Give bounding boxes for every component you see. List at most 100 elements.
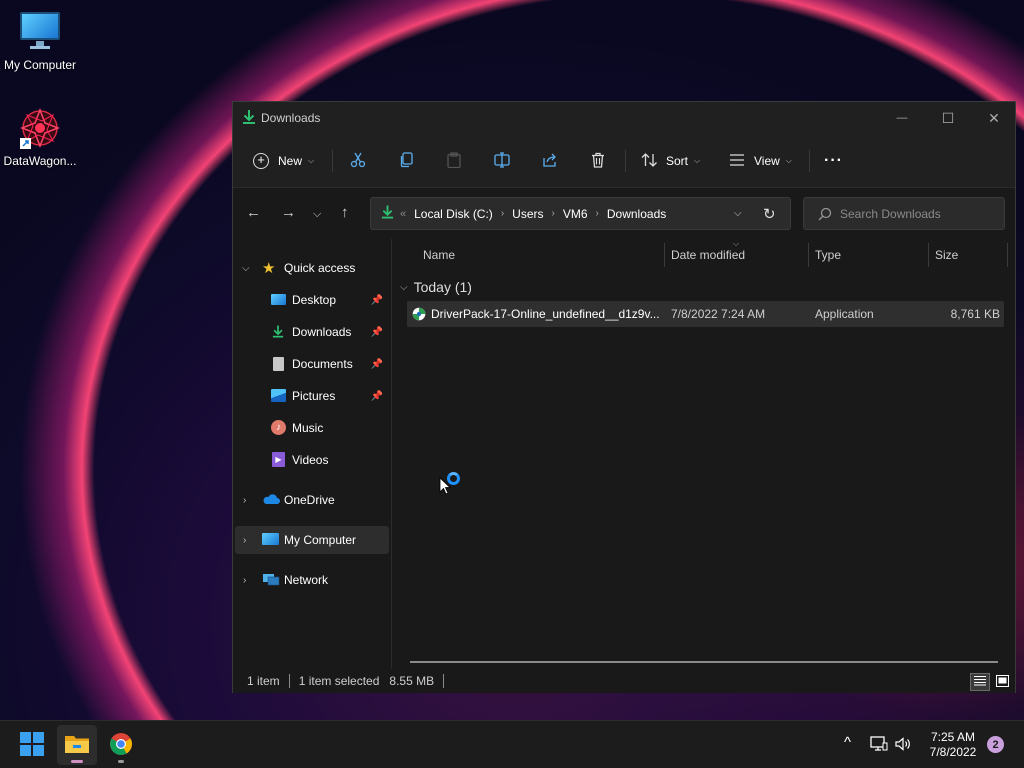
tiles-view-icon bbox=[995, 674, 1009, 690]
loading-spinner-icon bbox=[447, 472, 460, 485]
delete-button[interactable] bbox=[590, 146, 606, 176]
close-button[interactable]: ✕ bbox=[971, 102, 1017, 134]
rename-button[interactable] bbox=[494, 146, 511, 176]
table-row[interactable]: DriverPack-17-Online_undefined__d1z9v...… bbox=[407, 301, 1004, 327]
breadcrumb-vm6[interactable]: VM6 bbox=[563, 207, 588, 221]
download-arrow-icon bbox=[272, 324, 284, 342]
recent-locations-chevron-icon[interactable]: ⌵ bbox=[313, 208, 321, 221]
desktop-icon-my-computer[interactable]: My Computer bbox=[0, 10, 80, 72]
file-type: Application bbox=[815, 307, 874, 321]
sort-button[interactable]: Sort ⌵ bbox=[641, 146, 700, 176]
sidebar-item-onedrive[interactable]: › OneDrive bbox=[233, 486, 391, 514]
refresh-icon[interactable]: ↻ bbox=[763, 205, 776, 223]
up-arrow-icon[interactable]: ↑ bbox=[341, 204, 349, 221]
cut-button[interactable] bbox=[350, 146, 366, 176]
group-label: Today (1) bbox=[413, 279, 472, 295]
file-list: Name Date modified ⌵ Type Size ⌵ Today (… bbox=[392, 239, 1016, 669]
paste-button[interactable] bbox=[446, 146, 462, 176]
details-view-button[interactable] bbox=[970, 673, 990, 691]
toolbar-divider bbox=[625, 150, 626, 172]
notification-badge[interactable]: 2 bbox=[987, 736, 1004, 753]
running-indicator bbox=[71, 760, 83, 763]
breadcrumb-users[interactable]: Users bbox=[512, 207, 543, 221]
column-divider[interactable] bbox=[808, 243, 809, 267]
file-date: 7/8/2022 7:24 AM bbox=[671, 307, 766, 321]
address-row: ← → ⌵ ↑ « Local Disk (C:) › Users › VM6 … bbox=[233, 189, 1015, 239]
sidebar-item-desktop[interactable]: Desktop 📌 bbox=[233, 286, 391, 314]
title-bar[interactable]: Downloads — ☐ ✕ bbox=[233, 102, 1015, 134]
forward-arrow-icon[interactable]: → bbox=[281, 204, 296, 221]
pictures-icon bbox=[271, 389, 286, 402]
status-size: 8.55 MB bbox=[389, 674, 435, 688]
view-button[interactable]: View ⌵ bbox=[729, 146, 792, 176]
back-arrow-icon[interactable]: ← bbox=[246, 204, 261, 221]
sidebar-item-label: Quick access bbox=[284, 261, 356, 275]
breadcrumb-chevron-icon: › bbox=[551, 208, 555, 219]
status-bar: 1 item 1 item selected 8.55 MB bbox=[233, 669, 1015, 693]
sidebar-item-pictures[interactable]: Pictures 📌 bbox=[233, 382, 391, 410]
desktop-folder-icon bbox=[271, 294, 286, 305]
folder-icon bbox=[64, 733, 90, 758]
view-label: View bbox=[754, 154, 780, 168]
start-button[interactable] bbox=[12, 725, 52, 765]
column-divider[interactable] bbox=[1007, 243, 1008, 267]
network-status-icon[interactable] bbox=[870, 736, 888, 755]
column-divider[interactable] bbox=[664, 243, 665, 267]
column-header-type[interactable]: Type bbox=[815, 239, 841, 271]
sidebar-item-label: Music bbox=[292, 421, 324, 435]
address-history-chevron-icon[interactable]: ⌵ bbox=[734, 208, 742, 219]
column-label: Size bbox=[935, 248, 959, 262]
horizontal-scrollbar[interactable] bbox=[410, 661, 998, 663]
pin-icon: 📌 bbox=[370, 390, 383, 402]
minimize-button[interactable]: — bbox=[879, 102, 925, 134]
sidebar-item-my-computer[interactable]: › My Computer bbox=[235, 526, 389, 554]
music-icon: ♪ bbox=[271, 420, 286, 435]
tiles-view-button[interactable] bbox=[992, 673, 1012, 691]
share-button[interactable] bbox=[542, 146, 558, 176]
desktop-icon-datawagon[interactable]: DataWagon... bbox=[0, 106, 80, 168]
trash-icon bbox=[590, 152, 606, 171]
search-input[interactable]: Search Downloads bbox=[803, 197, 1005, 230]
breadcrumb-downloads[interactable]: Downloads bbox=[607, 207, 666, 221]
system-clock[interactable]: 7:25 AM 7/8/2022 bbox=[922, 730, 984, 760]
status-divider bbox=[443, 674, 445, 688]
more-options-button[interactable]: ··· bbox=[824, 146, 843, 176]
sidebar-item-downloads[interactable]: Downloads 📌 bbox=[233, 318, 391, 346]
sort-icon bbox=[641, 152, 658, 171]
chevron-right-icon: › bbox=[243, 574, 247, 586]
sidebar-item-videos[interactable]: ▶ Videos bbox=[233, 446, 391, 474]
sidebar-item-documents[interactable]: Documents 📌 bbox=[233, 350, 391, 378]
desktop-icon-label: My Computer bbox=[3, 58, 77, 72]
toolbar-divider bbox=[809, 150, 810, 172]
copy-icon bbox=[399, 151, 415, 171]
breadcrumb-local-disk[interactable]: Local Disk (C:) bbox=[414, 207, 493, 221]
breadcrumb-overflow-icon[interactable]: « bbox=[400, 208, 406, 220]
column-header-size[interactable]: Size bbox=[935, 239, 958, 271]
volume-icon[interactable] bbox=[894, 736, 912, 755]
new-button[interactable]: + New ⌵ bbox=[253, 146, 314, 176]
clipboard-icon bbox=[446, 151, 462, 171]
windows-logo-icon bbox=[20, 731, 44, 759]
maximize-button[interactable]: ☐ bbox=[925, 102, 971, 134]
sidebar-item-quick-access[interactable]: ⌵ ★ Quick access bbox=[233, 254, 391, 282]
running-indicator bbox=[118, 760, 124, 763]
column-header-name[interactable]: Name bbox=[423, 239, 455, 271]
datawagon-app-icon bbox=[18, 106, 62, 150]
sidebar-item-label: Videos bbox=[292, 453, 329, 467]
status-divider bbox=[288, 674, 290, 688]
sidebar-item-network[interactable]: › Network bbox=[233, 566, 391, 594]
taskbar-chrome[interactable] bbox=[101, 725, 141, 765]
more-icon: ··· bbox=[824, 152, 843, 169]
taskbar-file-explorer[interactable] bbox=[57, 725, 97, 765]
close-icon: ✕ bbox=[988, 109, 1000, 126]
show-hidden-icons-chevron-icon[interactable]: ^ bbox=[844, 734, 851, 751]
address-bar[interactable]: « Local Disk (C:) › Users › VM6 › Downlo… bbox=[370, 197, 791, 230]
column-divider[interactable] bbox=[928, 243, 929, 267]
group-header-today[interactable]: ⌵ Today (1) bbox=[400, 279, 472, 295]
copy-button[interactable] bbox=[399, 146, 415, 176]
desktop-icon-label: DataWagon... bbox=[3, 154, 77, 168]
chevron-down-icon: ⌵ bbox=[785, 156, 792, 165]
sidebar-item-music[interactable]: ♪ Music bbox=[233, 414, 391, 442]
command-bar: + New ⌵ Sort ⌵ View ⌵ ··· bbox=[233, 134, 1015, 188]
maximize-icon: ☐ bbox=[941, 109, 955, 126]
